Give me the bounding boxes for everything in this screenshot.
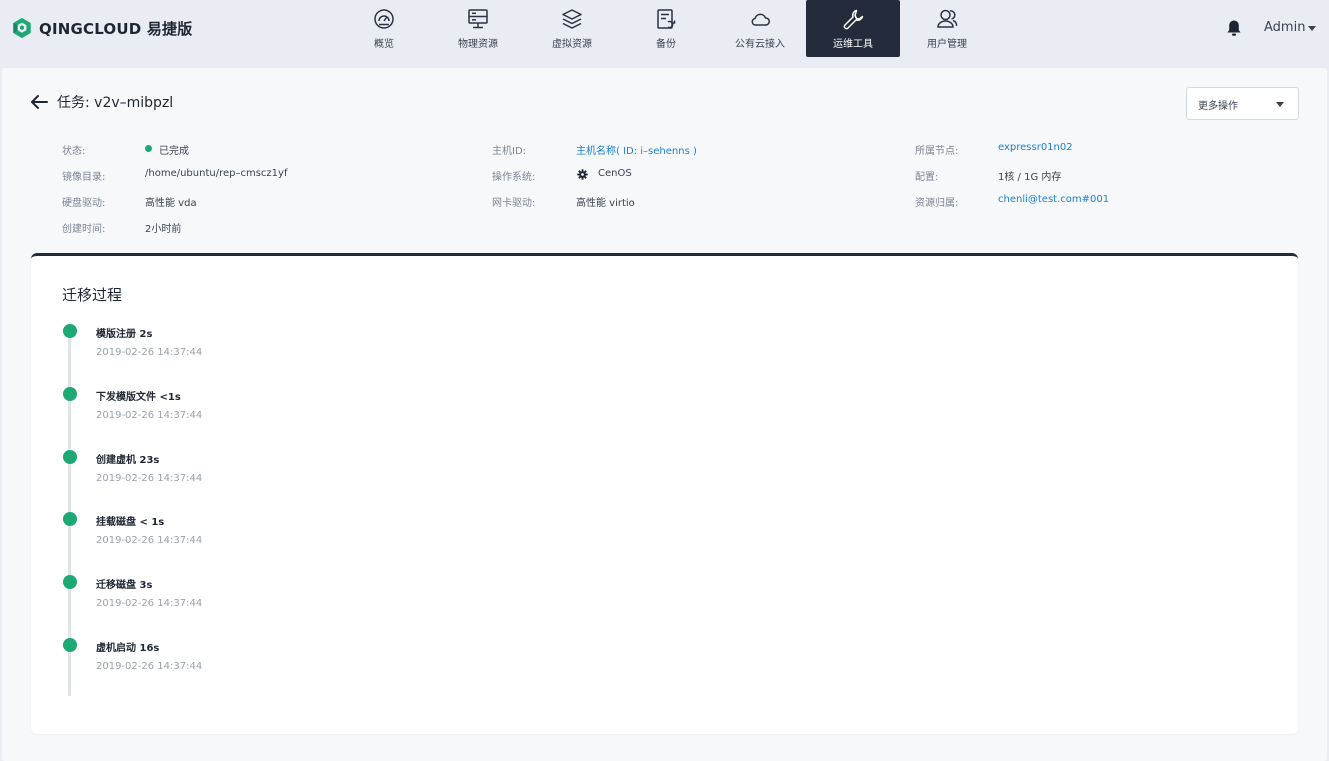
nav-item-ops-tools[interactable]: 运维工具 [806,0,900,57]
os-gear-icon [577,169,588,180]
status-dot-icon [145,145,152,152]
nic-driver-label: 网卡驱动: [492,198,536,209]
nav-item-virtual-resources[interactable]: 虚拟资源 [525,0,619,57]
timeline-step-time: 2019-02-26 14:37:44 [96,347,203,358]
more-actions-dropdown[interactable]: 更多操作 [1186,87,1299,120]
nav-item-user-management[interactable]: 用户管理 [900,0,994,57]
status-label: 状态: [62,146,86,157]
top-navigation-bar: QINGCLOUD 易捷版 概览 物理资源 虚拟资源 备份 公有云接入 运维工具… [0,0,1329,57]
nav-item-backup[interactable]: 备份 [619,0,713,57]
disk-driver-value: 高性能 vda [145,198,197,209]
nav-label: 虚拟资源 [552,39,592,50]
timeline-step-time: 2019-02-26 14:37:44 [96,410,203,421]
disk-driver-label: 硬盘驱动: [62,198,106,209]
host-id-label: 主机ID: [492,146,527,157]
created-time-label: 创建时间: [62,224,106,235]
timeline-step-name: 挂载磁盘 < 1s [96,517,165,528]
nav-item-public-cloud[interactable]: 公有云接入 [713,0,807,57]
timeline-step-name: 迁移磁盘 3s [96,580,153,591]
owner-link[interactable]: chenli@test.com#001 [998,194,1109,205]
timeline-step-time: 2019-02-26 14:37:44 [96,535,203,546]
main-nav: 概览 物理资源 虚拟资源 备份 公有云接入 运维工具 用户管理 [0,0,1329,57]
cloud-icon [751,13,770,26]
timeline-step-time: 2019-02-26 14:37:44 [96,473,203,484]
timeline-step-dot [63,638,77,652]
timeline-step-dot [63,387,77,401]
users-icon [937,9,958,28]
bell-icon[interactable] [1226,19,1242,37]
server-monitor-icon [468,9,488,29]
page-title: 任务: v2v–mibpzl [57,95,174,111]
timeline-step-time: 2019-02-26 14:37:44 [96,661,203,672]
image-dir-value: /home/ubuntu/rep–cmscz1yf [145,168,288,179]
os-value: CenOS [598,168,632,179]
timeline-step-dot [63,324,77,338]
backup-document-icon [657,9,676,29]
os-label: 操作系统: [492,172,536,183]
nav-label: 公有云接入 [735,39,785,50]
chevron-down-icon[interactable] [1308,26,1316,31]
owner-label: 资源归属: [915,198,959,209]
timeline-step-dot [63,575,77,589]
timeline-step-name: 虚机启动 16s [96,643,160,654]
more-actions-label: 更多操作 [1198,101,1238,112]
nav-item-physical-resources[interactable]: 物理资源 [431,0,525,57]
node-link[interactable]: expressr01n02 [998,142,1073,153]
status-value: 已完成 [159,146,189,157]
nav-label: 运维工具 [833,39,873,50]
timeline-step-name: 模版注册 2s [96,329,153,340]
config-value: 1核 / 1G 内存 [998,172,1062,183]
nav-label: 物理资源 [458,39,498,50]
chevron-down-icon [1276,102,1284,107]
host-id-link[interactable]: 主机名称( ID: i–sehenns ) [576,142,697,157]
wrench-icon [843,9,864,30]
nav-label: 概览 [374,39,394,50]
nav-label: 用户管理 [927,39,967,50]
node-label: 所属节点: [915,146,959,157]
nav-label: 备份 [656,39,676,50]
nav-item-overview[interactable]: 概览 [337,0,431,57]
layers-icon [562,9,582,29]
created-time-value: 2小时前 [145,224,182,235]
timeline-step-dot [63,450,77,464]
timeline-step-name: 下发模版文件 <1s [96,392,181,403]
config-label: 配置: [915,172,939,183]
section-title: 迁移过程 [62,286,123,304]
nic-driver-value: 高性能 virtio [576,198,635,209]
back-arrow-icon[interactable] [30,94,48,110]
timeline-step-name: 创建虚机 23s [96,455,160,466]
dashboard-gauge-icon [374,9,394,29]
timeline-step-time: 2019-02-26 14:37:44 [96,598,203,609]
migration-process-card [31,253,1298,734]
user-menu[interactable]: Admin [1264,20,1305,35]
image-dir-label: 镜像目录: [62,172,106,183]
timeline-step-dot [63,512,77,526]
